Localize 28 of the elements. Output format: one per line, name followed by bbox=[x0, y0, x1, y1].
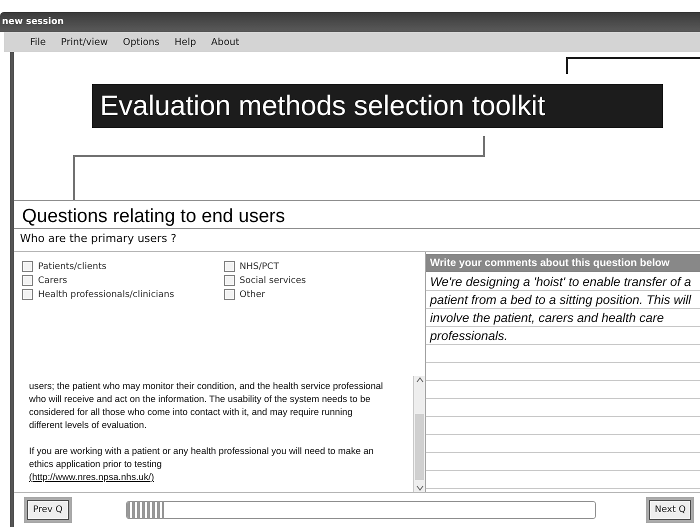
menu-item[interactable]: Options bbox=[122, 36, 160, 48]
checkbox[interactable] bbox=[22, 261, 33, 272]
option-label: Health professionals/clinicians bbox=[38, 290, 174, 300]
option-label: Patients/clients bbox=[38, 262, 106, 272]
link[interactable]: (http://www.nres.npsa.nhs.uk/) bbox=[29, 472, 154, 482]
scrollbar[interactable] bbox=[413, 376, 425, 492]
next-button[interactable]: Next Q bbox=[646, 497, 694, 523]
banner-title: Evaluation methods selection toolkit bbox=[92, 84, 663, 128]
section-title: Questions relating to end users bbox=[14, 200, 700, 229]
menu-item[interactable]: Help bbox=[174, 36, 196, 48]
guidance-text: If you are working with a patient or any health professional you will need to make an ethics application prior to testing bbox=[29, 445, 375, 471]
guidance-text: users; the patient who may monitor their condition, and the health service professional who will receive and act on the information. The usability of the system needs to be considered for all those who come into contact with it, and may require running different levels of evaluation. bbox=[29, 380, 383, 432]
checkbox[interactable] bbox=[22, 289, 33, 300]
checkbox[interactable] bbox=[224, 289, 234, 300]
menu-item[interactable]: File bbox=[30, 36, 46, 48]
checkbox[interactable] bbox=[224, 261, 234, 272]
checkbox[interactable] bbox=[22, 275, 33, 286]
option-label: NHS/PCT bbox=[240, 262, 279, 272]
window-title: new session bbox=[2, 17, 64, 27]
checkbox[interactable] bbox=[224, 275, 234, 286]
option-label: Other bbox=[240, 290, 266, 300]
menu-item[interactable]: About bbox=[211, 36, 240, 48]
menu-item[interactable]: Print/view bbox=[60, 36, 108, 48]
prev-button[interactable]: Prev Q bbox=[24, 497, 72, 523]
option-label: Social services bbox=[240, 276, 306, 286]
comments-heading: Write your comments about this question below bbox=[426, 254, 700, 272]
question-text: Who are the primary users ? bbox=[19, 231, 178, 247]
option-label: Carers bbox=[38, 276, 68, 286]
